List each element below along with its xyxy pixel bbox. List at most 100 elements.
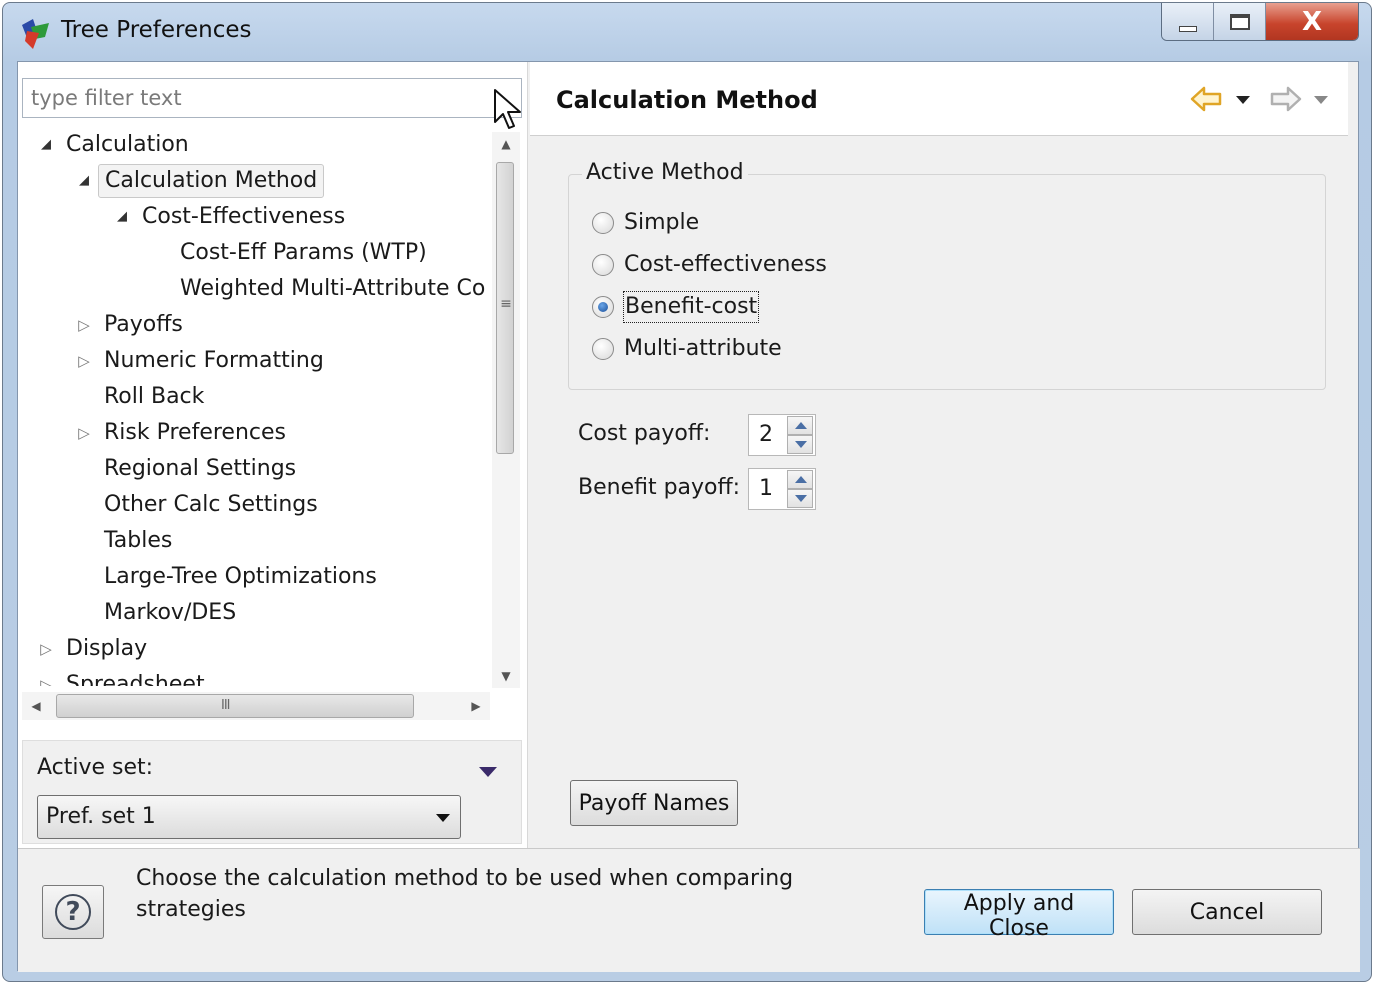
benefit-payoff-label: Benefit payoff: <box>578 475 741 500</box>
radio-label: Cost-effectiveness <box>624 252 827 277</box>
scroll-up-icon[interactable]: ▲ <box>492 132 520 156</box>
spin-up-icon[interactable] <box>787 470 813 489</box>
radio-label: Benefit-cost <box>622 291 760 323</box>
radio-label: Simple <box>624 210 700 235</box>
tree-item[interactable]: Tables <box>22 524 490 558</box>
tree-item[interactable]: ◢ Calculation <box>22 128 490 162</box>
window-title: Tree Preferences <box>61 17 252 43</box>
back-arrow-icon[interactable] <box>1190 84 1224 114</box>
scroll-thumb-vertical[interactable]: ≡ <box>496 162 514 454</box>
radio-button-checked[interactable] <box>592 296 614 318</box>
tree-item[interactable]: ▷ Risk Preferences <box>22 416 490 450</box>
tree-collapsed-icon[interactable]: ▷ <box>76 416 92 450</box>
spin-down-icon[interactable] <box>787 435 813 454</box>
active-set-panel: Active set: Pref. set 1 <box>22 740 522 844</box>
apply-and-close-button[interactable]: Apply and Close <box>924 889 1114 941</box>
minimize-button[interactable] <box>1162 3 1214 40</box>
spin-down-icon[interactable] <box>787 489 813 508</box>
payoff-names-button[interactable]: Payoff Names <box>570 780 738 826</box>
radio-button[interactable] <box>592 338 614 360</box>
tree-item-label: Markov/DES <box>104 600 237 625</box>
tree-item-label: Large-Tree Optimizations <box>104 564 377 589</box>
tree-item-label: Other Calc Settings <box>104 492 318 517</box>
dialog-client-area: ◢Calculation◢Calculation Method◢Cost-Eff… <box>17 61 1360 972</box>
tree-horizontal-scrollbar[interactable]: ◀ III ▶ <box>22 692 490 720</box>
tree-item[interactable]: ▷ Display <box>22 632 490 666</box>
tree-item-label: Calculation <box>66 132 189 157</box>
tree-expanded-icon[interactable]: ◢ <box>114 200 130 234</box>
cost-payoff-value[interactable]: 2 <box>759 415 773 455</box>
tree-expanded-icon[interactable]: ◢ <box>38 128 54 162</box>
benefit-payoff-value[interactable]: 1 <box>759 469 773 509</box>
scroll-right-icon[interactable]: ▶ <box>462 692 490 720</box>
benefit-payoff-spinner[interactable]: 1 <box>748 468 816 510</box>
scroll-grip-icon: ≡ <box>500 296 512 312</box>
close-button[interactable]: X <box>1266 3 1358 40</box>
tree-item[interactable]: Regional Settings <box>22 452 490 486</box>
radio-button[interactable] <box>592 212 614 234</box>
tree-item[interactable]: ▷ Spreadsheet <box>22 668 490 686</box>
preferences-navigation: ◢Calculation◢Calculation Method◢Cost-Eff… <box>18 62 528 848</box>
tree-item[interactable]: ▷ Payoffs <box>22 308 490 342</box>
tree-item-label: Weighted Multi-Attribute Co <box>180 276 486 301</box>
tree-expanded-icon[interactable]: ◢ <box>76 164 92 198</box>
tree-item-label: Display <box>66 636 148 661</box>
tree-item-label: Spreadsheet <box>66 672 205 686</box>
tree-item[interactable]: Markov/DES <box>22 596 490 630</box>
preferences-tree[interactable]: ◢ Calculation ◢ Calculation Method ◢ Cost-Eff… <box>22 126 490 686</box>
tree-item-label: Cost-Effectiveness <box>142 204 346 229</box>
cancel-button[interactable]: Cancel <box>1132 889 1322 935</box>
title-bar[interactable]: Tree Preferences X <box>3 3 1371 61</box>
tree-item-label: Regional Settings <box>104 456 297 481</box>
chevron-down-icon <box>436 814 450 822</box>
minimize-icon <box>1178 26 1197 32</box>
tree-item-label: Calculation Method <box>98 164 325 198</box>
tree-item[interactable]: Cost-Eff Params (WTP) <box>22 236 490 270</box>
restore-icon <box>1229 14 1250 30</box>
tree-item[interactable]: ▷ Numeric Formatting <box>22 344 490 378</box>
cost-payoff-spinner[interactable]: 2 <box>748 414 816 456</box>
tree-collapsed-icon[interactable]: ▷ <box>76 308 92 342</box>
tree-collapsed-icon[interactable]: ▷ <box>38 632 54 666</box>
filter-input[interactable] <box>22 78 522 118</box>
tree-item[interactable]: Other Calc Settings <box>22 488 490 522</box>
dialog-button-bar: ? Choose the calculation method to be us… <box>18 848 1360 972</box>
page-description: Choose the calculation method to be used… <box>136 866 794 922</box>
active-set-menu-icon[interactable] <box>479 767 497 777</box>
active-set-label: Active set: <box>37 755 154 780</box>
radio-label: Multi-attribute <box>624 336 782 361</box>
close-icon: X <box>1301 7 1323 37</box>
spin-up-icon[interactable] <box>787 416 813 435</box>
active-method-group-title: Active Method <box>582 160 748 185</box>
tree-collapsed-icon[interactable]: ▷ <box>38 668 54 686</box>
forward-arrow-icon[interactable] <box>1268 84 1302 114</box>
page-title: Calculation Method <box>556 86 818 114</box>
preferences-window: Tree Preferences X ◢Calculation◢Calculat… <box>2 2 1372 982</box>
tree-app-icon <box>22 19 49 49</box>
tree-item-label: Tables <box>104 528 173 553</box>
back-history-menu-icon[interactable] <box>1236 96 1250 104</box>
mouse-pointer-icon <box>494 89 521 129</box>
tree-vertical-scrollbar[interactable]: ▲ ≡ ▼ <box>492 132 520 688</box>
tree-item[interactable]: ◢ Calculation Method <box>22 164 490 198</box>
radio-button[interactable] <box>592 254 614 276</box>
scroll-grip-icon: III <box>221 698 230 713</box>
tree-item[interactable]: ◢ Cost-Effectiveness <box>22 200 490 234</box>
tree-item[interactable]: Weighted Multi-Attribute Co <box>22 272 490 306</box>
tree-item-label: Roll Back <box>104 384 205 409</box>
tree-item-label: Risk Preferences <box>104 420 286 445</box>
tree-item-label: Cost-Eff Params (WTP) <box>180 240 427 265</box>
tree-collapsed-icon[interactable]: ▷ <box>76 344 92 378</box>
help-button[interactable]: ? <box>42 885 104 939</box>
scroll-thumb-horizontal[interactable]: III <box>56 694 414 718</box>
active-set-dropdown[interactable]: Pref. set 1 <box>37 795 461 839</box>
cost-payoff-label: Cost payoff: <box>578 421 711 446</box>
tree-item[interactable]: Large-Tree Optimizations <box>22 560 490 594</box>
scroll-left-icon[interactable]: ◀ <box>22 692 50 720</box>
scroll-down-icon[interactable]: ▼ <box>492 664 520 688</box>
page-header: Calculation Method <box>530 62 1348 136</box>
maximize-button[interactable] <box>1214 3 1266 40</box>
forward-history-menu-icon[interactable] <box>1314 96 1328 104</box>
tree-item[interactable]: Roll Back <box>22 380 490 414</box>
preference-page: Calculation Method Active Method Simple … <box>530 62 1348 848</box>
